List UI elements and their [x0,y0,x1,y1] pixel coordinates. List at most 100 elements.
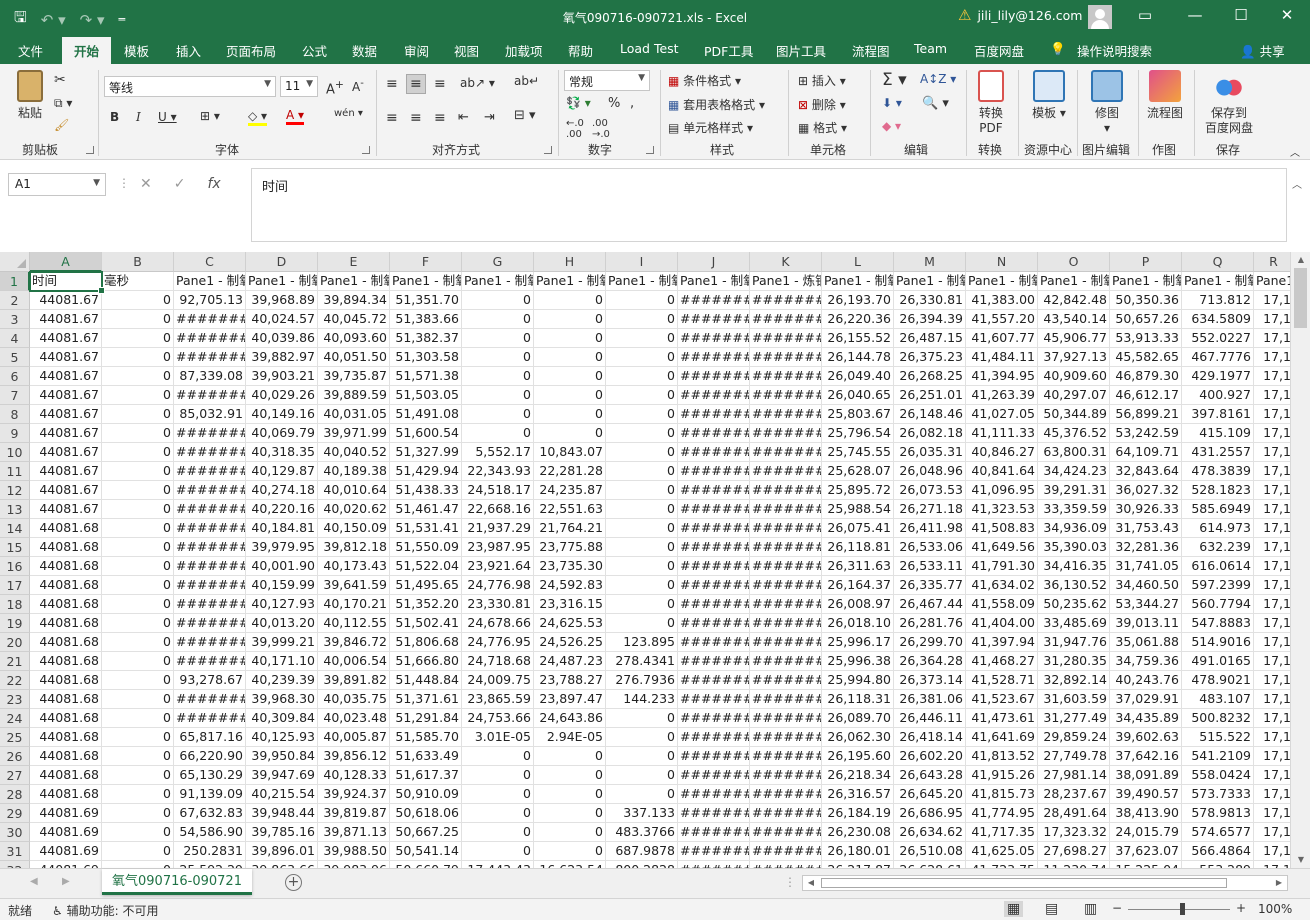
data-cell[interactable]: 40,029.26 [246,386,318,405]
row-header[interactable]: 9 [0,424,30,443]
data-cell[interactable]: 51,503.05 [390,386,462,405]
data-cell[interactable]: 500.8232 [1182,709,1254,728]
data-cell[interactable]: 632.239 [1182,538,1254,557]
data-cell[interactable]: ####### [750,614,822,633]
data-cell[interactable]: 44081.68 [30,671,102,690]
data-cell[interactable]: 25,745.55 [822,443,894,462]
tell-me-search[interactable]: 操作说明搜索 [1077,41,1152,60]
data-cell[interactable]: 41,027.05 [966,405,1038,424]
data-cell[interactable]: 0 [534,804,606,823]
data-cell[interactable]: 0 [462,747,534,766]
data-cell[interactable]: 573.7333 [1182,785,1254,804]
merge-center-icon[interactable]: ⊟ ▾ [514,108,536,123]
user-account[interactable]: jili_lily@126.com [977,8,1082,23]
data-cell[interactable]: 15,225.04 [1110,861,1182,868]
data-cell[interactable]: 17,1 [1254,709,1290,728]
column-header-i[interactable]: I [606,252,678,272]
currency-icon[interactable]: 💱 ▾ [566,96,591,110]
data-cell[interactable]: 39,856.12 [318,747,390,766]
data-cell[interactable]: ####### [750,747,822,766]
data-cell[interactable]: 21,937.29 [462,519,534,538]
data-cell[interactable]: 39,983.96 [318,861,390,868]
data-cell[interactable]: ####### [750,861,822,868]
data-cell[interactable]: ####### [678,310,750,329]
data-cell[interactable]: 0 [102,842,174,861]
data-cell[interactable]: 65,817.16 [174,728,246,747]
data-cell[interactable]: 26,251.01 [894,386,966,405]
data-cell[interactable]: 39,988.50 [318,842,390,861]
data-cell[interactable]: 22,281.28 [534,462,606,481]
data-cell[interactable]: ####### [678,861,750,868]
data-cell[interactable]: 687.9878 [606,842,678,861]
data-cell[interactable]: 24,009.75 [462,671,534,690]
data-cell[interactable]: ####### [750,652,822,671]
data-cell[interactable]: 0 [606,386,678,405]
data-cell[interactable]: 40,171.10 [246,652,318,671]
format-cells-button[interactable]: ▦ 格式 ▾ [798,119,847,136]
data-cell[interactable]: 0 [102,462,174,481]
data-cell[interactable]: 0 [102,766,174,785]
data-cell[interactable]: 0 [534,291,606,310]
data-cell[interactable]: ####### [750,804,822,823]
data-cell[interactable]: ####### [174,481,246,500]
row-header[interactable]: 7 [0,386,30,405]
grow-font-icon[interactable]: A+ [326,78,344,97]
data-cell[interactable]: 0 [102,557,174,576]
data-cell[interactable]: 17,443.43 [462,861,534,868]
data-cell[interactable]: 39,947.69 [246,766,318,785]
cut-icon[interactable]: ✂ [54,72,66,88]
data-cell[interactable]: 38,091.89 [1110,766,1182,785]
data-cell[interactable]: 51,495.65 [390,576,462,595]
data-cell[interactable]: 26,533.06 [894,538,966,557]
data-cell[interactable]: 51,522.04 [390,557,462,576]
data-cell[interactable]: 26,218.34 [822,766,894,785]
header-cell[interactable]: Pane1 - 制氧 [678,272,750,291]
data-cell[interactable]: 41,394.95 [966,367,1038,386]
number-format-select[interactable]: 常规 ▼ [564,70,650,91]
row-header[interactable]: 6 [0,367,30,386]
data-cell[interactable]: 26,220.36 [822,310,894,329]
data-cell[interactable]: 0 [102,367,174,386]
data-cell[interactable]: 0 [462,367,534,386]
data-cell[interactable]: 17,1 [1254,842,1290,861]
data-cell[interactable]: 0 [534,842,606,861]
data-cell[interactable]: 0 [534,310,606,329]
data-cell[interactable]: 26,281.76 [894,614,966,633]
data-cell[interactable]: 17,1 [1254,633,1290,652]
data-cell[interactable]: 429.1977 [1182,367,1254,386]
orientation-icon[interactable]: ab↗ ▾ [460,76,495,90]
data-cell[interactable]: 17,1 [1254,690,1290,709]
data-cell[interactable]: 41,263.39 [966,386,1038,405]
zoom-out-icon[interactable]: − [1112,901,1122,915]
data-cell[interactable]: 41,641.69 [966,728,1038,747]
data-cell[interactable]: 44081.67 [30,443,102,462]
data-cell[interactable]: 23,735.30 [534,557,606,576]
data-cell[interactable]: 0 [102,652,174,671]
data-cell[interactable]: 0 [606,329,678,348]
data-cell[interactable]: 44081.67 [30,291,102,310]
data-cell[interactable]: ####### [750,671,822,690]
data-cell[interactable]: 34,936.09 [1038,519,1110,538]
data-cell[interactable]: 0 [606,519,678,538]
data-cell[interactable]: 0 [606,405,678,424]
data-cell[interactable]: 39,812.18 [318,538,390,557]
scroll-up-icon[interactable]: ▲ [1294,255,1308,264]
bold-icon[interactable]: B [110,110,119,124]
data-cell[interactable]: ####### [174,386,246,405]
data-cell[interactable]: 44081.68 [30,595,102,614]
data-cell[interactable]: 25,803.67 [822,405,894,424]
data-cell[interactable]: 39,819.87 [318,804,390,823]
data-cell[interactable]: 26,018.10 [822,614,894,633]
data-cell[interactable]: ####### [750,766,822,785]
data-cell[interactable]: 17,1 [1254,785,1290,804]
align-center-icon[interactable]: ≡ [410,110,422,126]
row-header[interactable]: 18 [0,595,30,614]
data-cell[interactable]: 41,815.73 [966,785,1038,804]
find-icon[interactable]: 🔍 ▾ [922,96,949,111]
data-cell[interactable]: 39,924.37 [318,785,390,804]
data-cell[interactable]: 46,879.30 [1110,367,1182,386]
ribbon-display-icon[interactable]: ▭ [1130,6,1160,24]
data-cell[interactable]: 39,882.97 [246,348,318,367]
data-cell[interactable]: 0 [534,348,606,367]
tab-baidu-netdisk[interactable]: 百度网盘 [974,41,1024,60]
